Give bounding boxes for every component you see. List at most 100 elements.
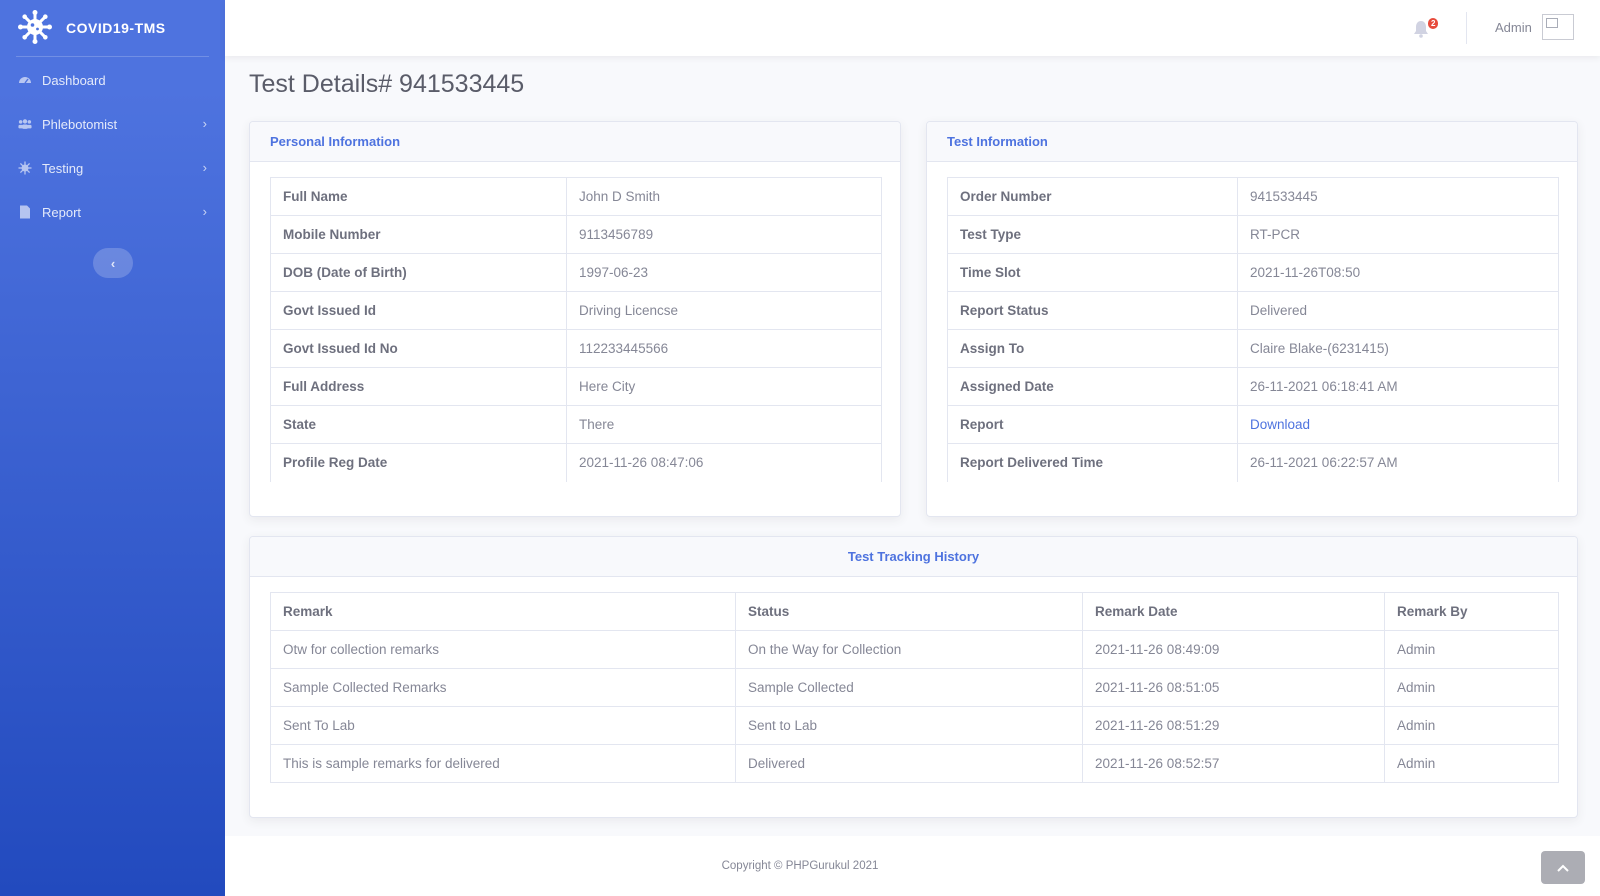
card-header: Test Tracking History xyxy=(250,537,1577,577)
table-row: Mobile Number 9113456789 xyxy=(270,215,882,254)
field-label: Assigned Date xyxy=(947,367,1238,406)
table-cell: Sent to Lab xyxy=(735,706,1083,745)
field-value: John D Smith xyxy=(566,177,882,216)
table-cell: Delivered xyxy=(735,744,1083,783)
field-label: Full Address xyxy=(270,367,567,406)
sidebar-item-label: Testing xyxy=(42,160,84,176)
table-row: Report Download xyxy=(947,405,1559,444)
sidebar-divider xyxy=(16,56,209,57)
table-cell: Otw for collection remarks xyxy=(270,630,736,669)
test-info-card: Test Information Order Number 941533445 T… xyxy=(926,121,1578,517)
table-row: Assign To Claire Blake-(6231415) xyxy=(947,329,1559,368)
copyright-text: Copyright © PHPGurukul 2021 xyxy=(721,860,879,872)
users-icon xyxy=(18,117,32,131)
table-header-row: Remark Status Remark Date Remark By xyxy=(270,592,1559,631)
tracking-history-table: Remark Status Remark Date Remark By Otw … xyxy=(270,592,1559,783)
card-header: Personal Information xyxy=(250,122,900,162)
table-cell: Sent To Lab xyxy=(270,706,736,745)
sidebar-item-report[interactable]: Report › xyxy=(0,190,225,234)
field-value: RT-PCR xyxy=(1237,215,1559,254)
chevron-right-icon: › xyxy=(202,204,207,219)
virus-icon xyxy=(18,9,52,47)
field-label: Mobile Number xyxy=(270,215,567,254)
topbar-divider xyxy=(1466,12,1467,44)
table-cell: Admin xyxy=(1384,744,1559,783)
sidebar-item-label: Phlebotomist xyxy=(42,116,118,132)
column-header: Status xyxy=(735,592,1083,631)
field-value: 9113456789 xyxy=(566,215,882,254)
field-label: Time Slot xyxy=(947,253,1238,292)
notification-count-badge: 2 xyxy=(1428,18,1439,29)
field-value: Claire Blake-(6231415) xyxy=(1237,329,1559,368)
sidebar-item-dashboard[interactable]: Dashboard xyxy=(0,58,225,102)
table-row: Report Status Delivered xyxy=(947,291,1559,330)
table-cell: Sample Collected xyxy=(735,668,1083,707)
download-report-link[interactable]: Download xyxy=(1250,417,1310,432)
field-label: Govt Issued Id No xyxy=(270,329,567,368)
field-label: Assign To xyxy=(947,329,1238,368)
test-info-table: Order Number 941533445 Test Type RT-PCR Ti… xyxy=(947,177,1559,482)
field-value: There xyxy=(566,405,882,444)
field-value: Here City xyxy=(566,367,882,406)
table-row: Profile Reg Date 2021-11-26 08:47:06 xyxy=(270,443,882,482)
table-row: Assigned Date 26-11-2021 06:18:41 AM xyxy=(947,367,1559,406)
table-row: Test Type RT-PCR xyxy=(947,215,1559,254)
sidebar-item-phlebotomist[interactable]: Phlebotomist › xyxy=(0,102,225,146)
field-value: 941533445 xyxy=(1237,177,1559,216)
user-name[interactable]: Admin xyxy=(1495,20,1532,35)
field-label: Test Type xyxy=(947,215,1238,254)
chevron-left-icon: ‹ xyxy=(110,255,116,271)
table-row: Full Address Here City xyxy=(270,367,882,406)
page-title: Test Details# 941533445 xyxy=(249,70,525,98)
sidebar-item-testing[interactable]: Testing › xyxy=(0,146,225,190)
file-icon xyxy=(18,205,32,219)
field-label: Full Name xyxy=(270,177,567,216)
field-value: 112233445566 xyxy=(566,329,882,368)
table-cell: Admin xyxy=(1384,630,1559,669)
field-value: 2021-11-26T08:50 xyxy=(1237,253,1559,292)
sidebar-toggle-button[interactable]: ‹ xyxy=(93,248,133,278)
sidebar-item-label: Report xyxy=(42,204,82,220)
personal-info-card: Personal Information Full Name John D Smi… xyxy=(249,121,901,517)
table-row: Full Name John D Smith xyxy=(270,177,882,216)
table-cell: 2021-11-26 08:49:09 xyxy=(1082,630,1385,669)
field-value: 1997-06-23 xyxy=(566,253,882,292)
field-label: Report Status xyxy=(947,291,1238,330)
table-cell: On the Way for Collection xyxy=(735,630,1083,669)
topbar: 2 Admin xyxy=(225,0,1600,56)
footer: Copyright © PHPGurukul 2021 xyxy=(225,836,1600,896)
column-header: Remark Date xyxy=(1082,592,1385,631)
sidebar: COVID19-TMS Dashboard Phlebotomist › Tes… xyxy=(0,0,225,896)
card-header: Test Information xyxy=(927,122,1577,162)
table-cell: 2021-11-26 08:51:29 xyxy=(1082,706,1385,745)
chevron-right-icon: › xyxy=(202,116,207,131)
table-cell: This is sample remarks for delivered xyxy=(270,744,736,783)
table-row: Report Delivered Time 26-11-2021 06:22:57… xyxy=(947,443,1559,482)
table-row: Time Slot 2021-11-26T08:50 xyxy=(947,253,1559,292)
brand-title: COVID19-TMS xyxy=(66,20,166,36)
column-header: Remark By xyxy=(1384,592,1559,631)
tracking-history-card: Test Tracking History Remark Status Rema… xyxy=(249,536,1578,818)
personal-info-table: Full Name John D Smith Mobile Number 91134… xyxy=(270,177,882,482)
field-label: Report Delivered Time xyxy=(947,443,1238,482)
column-header: Remark xyxy=(270,592,736,631)
field-label: State xyxy=(270,405,567,444)
field-value: Driving Licencse xyxy=(566,291,882,330)
field-label: Profile Reg Date xyxy=(270,443,567,482)
avatar[interactable] xyxy=(1542,14,1574,40)
field-label: Order Number xyxy=(947,177,1238,216)
table-row: Order Number 941533445 xyxy=(947,177,1559,216)
table-cell: Admin xyxy=(1384,668,1559,707)
chevron-up-icon xyxy=(1557,861,1569,875)
scroll-to-top-button[interactable] xyxy=(1541,851,1585,884)
sidebar-item-label: Dashboard xyxy=(42,72,106,88)
table-cell: 2021-11-26 08:51:05 xyxy=(1082,668,1385,707)
table-row: Sample Collected Remarks Sample Collecte… xyxy=(270,668,1559,707)
field-label: Govt Issued Id xyxy=(270,291,567,330)
field-value: 26-11-2021 06:22:57 AM xyxy=(1237,443,1559,482)
table-row: Sent To Lab Sent to Lab 2021-11-26 08:51… xyxy=(270,706,1559,745)
tachometer-icon xyxy=(18,73,32,87)
virus-small-icon xyxy=(18,161,32,175)
table-cell: Sample Collected Remarks xyxy=(270,668,736,707)
brand-link[interactable]: COVID19-TMS xyxy=(0,0,225,56)
